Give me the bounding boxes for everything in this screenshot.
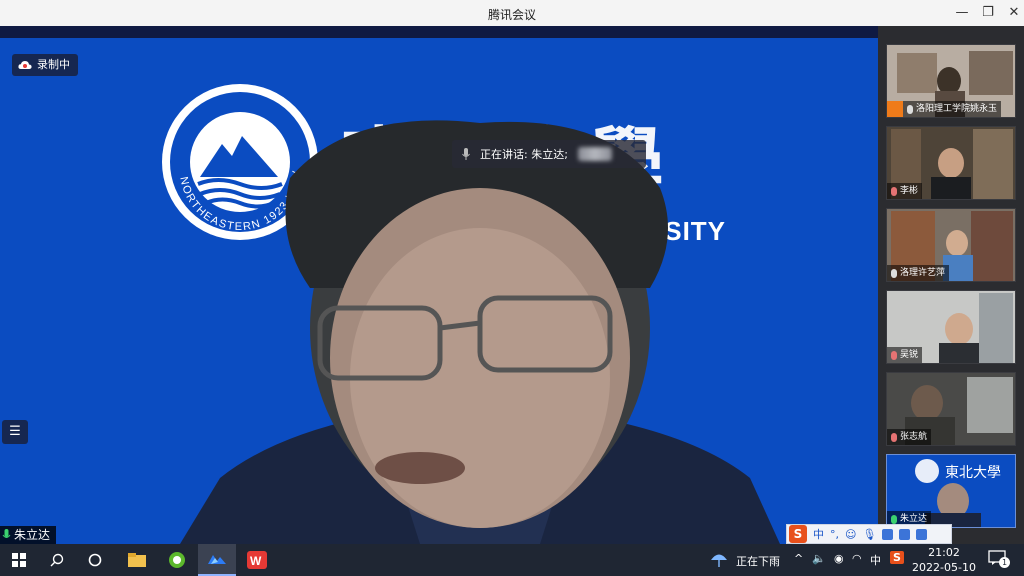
tencent-meeting-taskbar-icon[interactable] — [198, 544, 236, 576]
notification-count: 1 — [999, 557, 1010, 568]
sogou-logo-icon[interactable]: S — [789, 525, 807, 543]
tray-expand-icon[interactable]: ^ — [794, 552, 803, 565]
svg-text:東北大學: 東北大學 — [945, 465, 1001, 481]
mic-muted-icon — [891, 186, 897, 196]
title-bar: 腾讯会议 — ❐ ✕ — [0, 0, 1024, 26]
mic-icon — [907, 104, 913, 114]
participant-tile[interactable]: 吴锐 — [886, 290, 1016, 364]
host-badge-icon — [887, 101, 903, 117]
close-icon[interactable]: ✕ — [1004, 3, 1024, 23]
window-title: 腾讯会议 — [487, 8, 536, 22]
restore-icon[interactable]: ❐ — [978, 3, 998, 23]
mic-muted-icon — [891, 432, 897, 442]
mic-muted-icon — [891, 350, 897, 360]
file-explorer-icon[interactable] — [118, 544, 156, 576]
current-speaker-tag: 朱立达 — [0, 526, 57, 544]
tray-language[interactable]: 中 — [870, 552, 881, 568]
ime-mode[interactable]: 中 — [813, 526, 824, 542]
main-video[interactable]: NORTHEASTERN 1923 UNIVERSITY 東北大學 UNIVER… — [0, 26, 878, 544]
participant-name: 洛阳理工学院姚永玉 — [916, 104, 998, 114]
weather-label[interactable]: 正在下雨 — [736, 553, 780, 569]
speaking-indicator: 正在讲话: 朱立达; — [452, 140, 646, 168]
svg-text:W: W — [250, 554, 262, 568]
current-speaker-name: 朱立达 — [14, 528, 51, 542]
notification-center-icon[interactable]: 1 — [988, 550, 1010, 570]
participant-name: 洛理许艺萍 — [900, 268, 946, 278]
mic-active-icon — [2, 529, 11, 538]
windows-start-icon[interactable] — [0, 544, 38, 576]
skin-icon[interactable] — [899, 528, 911, 540]
participant-tile[interactable]: 洛阳理工学院姚永玉 — [886, 44, 1016, 118]
tray-app-icon[interactable]: ◉ — [834, 552, 844, 565]
participant-name: 吴锐 — [900, 350, 919, 360]
participant-tile-active[interactable]: 東北大學 朱立达 — [886, 454, 1016, 528]
ime-toolbar: S 中 °, ☺ 🎙 — [786, 524, 952, 544]
participant-tile[interactable]: 张志航 — [886, 372, 1016, 446]
punctuation-icon[interactable]: °, — [830, 528, 839, 541]
university-banner: NORTHEASTERN 1923 UNIVERSITY 東北大學 UNIVER… — [0, 38, 878, 544]
participant-gallery: 洛阳理工学院姚永玉 李彬 洛理许艺萍 吴锐 张志航 東北大學 朱立达 — [878, 26, 1024, 544]
cortana-icon[interactable] — [76, 544, 114, 576]
emoji-icon[interactable]: ☺ — [845, 528, 856, 541]
speaker-video-feed — [180, 120, 780, 544]
participant-tile[interactable]: 洛理许艺萍 — [886, 208, 1016, 282]
minimize-icon[interactable]: — — [952, 3, 972, 23]
mic-icon — [891, 268, 897, 278]
recording-label: 录制中 — [37, 58, 70, 71]
voice-input-icon[interactable]: 🎙 — [862, 528, 876, 541]
network-icon[interactable]: ◠ — [852, 552, 862, 565]
participant-name: 张志航 — [900, 432, 928, 442]
rain-umbrella-icon[interactable] — [710, 551, 728, 569]
participant-name: 李彬 — [900, 186, 919, 196]
blurred-name — [577, 147, 612, 161]
clock-date: 2022-05-10 — [912, 561, 976, 574]
taskbar: W 正在下雨 ^ 🔈 ◉ ◠ 中 S 21:02 2022-05-10 1 — [0, 544, 1024, 576]
toolbox-icon[interactable] — [916, 528, 928, 540]
participant-name-tag: 洛阳理工学院姚永玉 — [903, 101, 1002, 117]
browser-icon[interactable] — [158, 544, 196, 576]
participant-name-tag: 洛理许艺萍 — [887, 265, 950, 281]
microphone-icon — [462, 148, 470, 160]
clock[interactable]: 21:02 2022-05-10 — [912, 545, 976, 575]
clock-time: 21:02 — [928, 546, 960, 559]
participant-tile[interactable]: 李彬 — [886, 126, 1016, 200]
search-icon[interactable] — [38, 544, 76, 576]
participant-name-tag: 李彬 — [887, 183, 923, 199]
cloud-record-icon — [18, 61, 32, 69]
mic-active-icon — [891, 514, 897, 524]
meeting-app: 腾讯会议 — ❐ ✕ NORTHEASTERN 1923 UNIVERSITY … — [0, 0, 1024, 576]
recording-indicator[interactable]: 录制中 — [12, 54, 78, 76]
sogou-tray-icon[interactable]: S — [890, 551, 904, 564]
keyboard-icon[interactable] — [882, 528, 894, 540]
participant-name-tag: 张志航 — [887, 429, 932, 445]
wps-icon[interactable]: W — [238, 544, 276, 576]
volume-icon[interactable]: 🔈 — [812, 552, 826, 565]
speaking-label: 正在讲话: 朱立达; — [480, 148, 568, 161]
member-list-icon[interactable]: ☰ — [2, 420, 28, 444]
participant-name-tag: 吴锐 — [887, 347, 923, 363]
